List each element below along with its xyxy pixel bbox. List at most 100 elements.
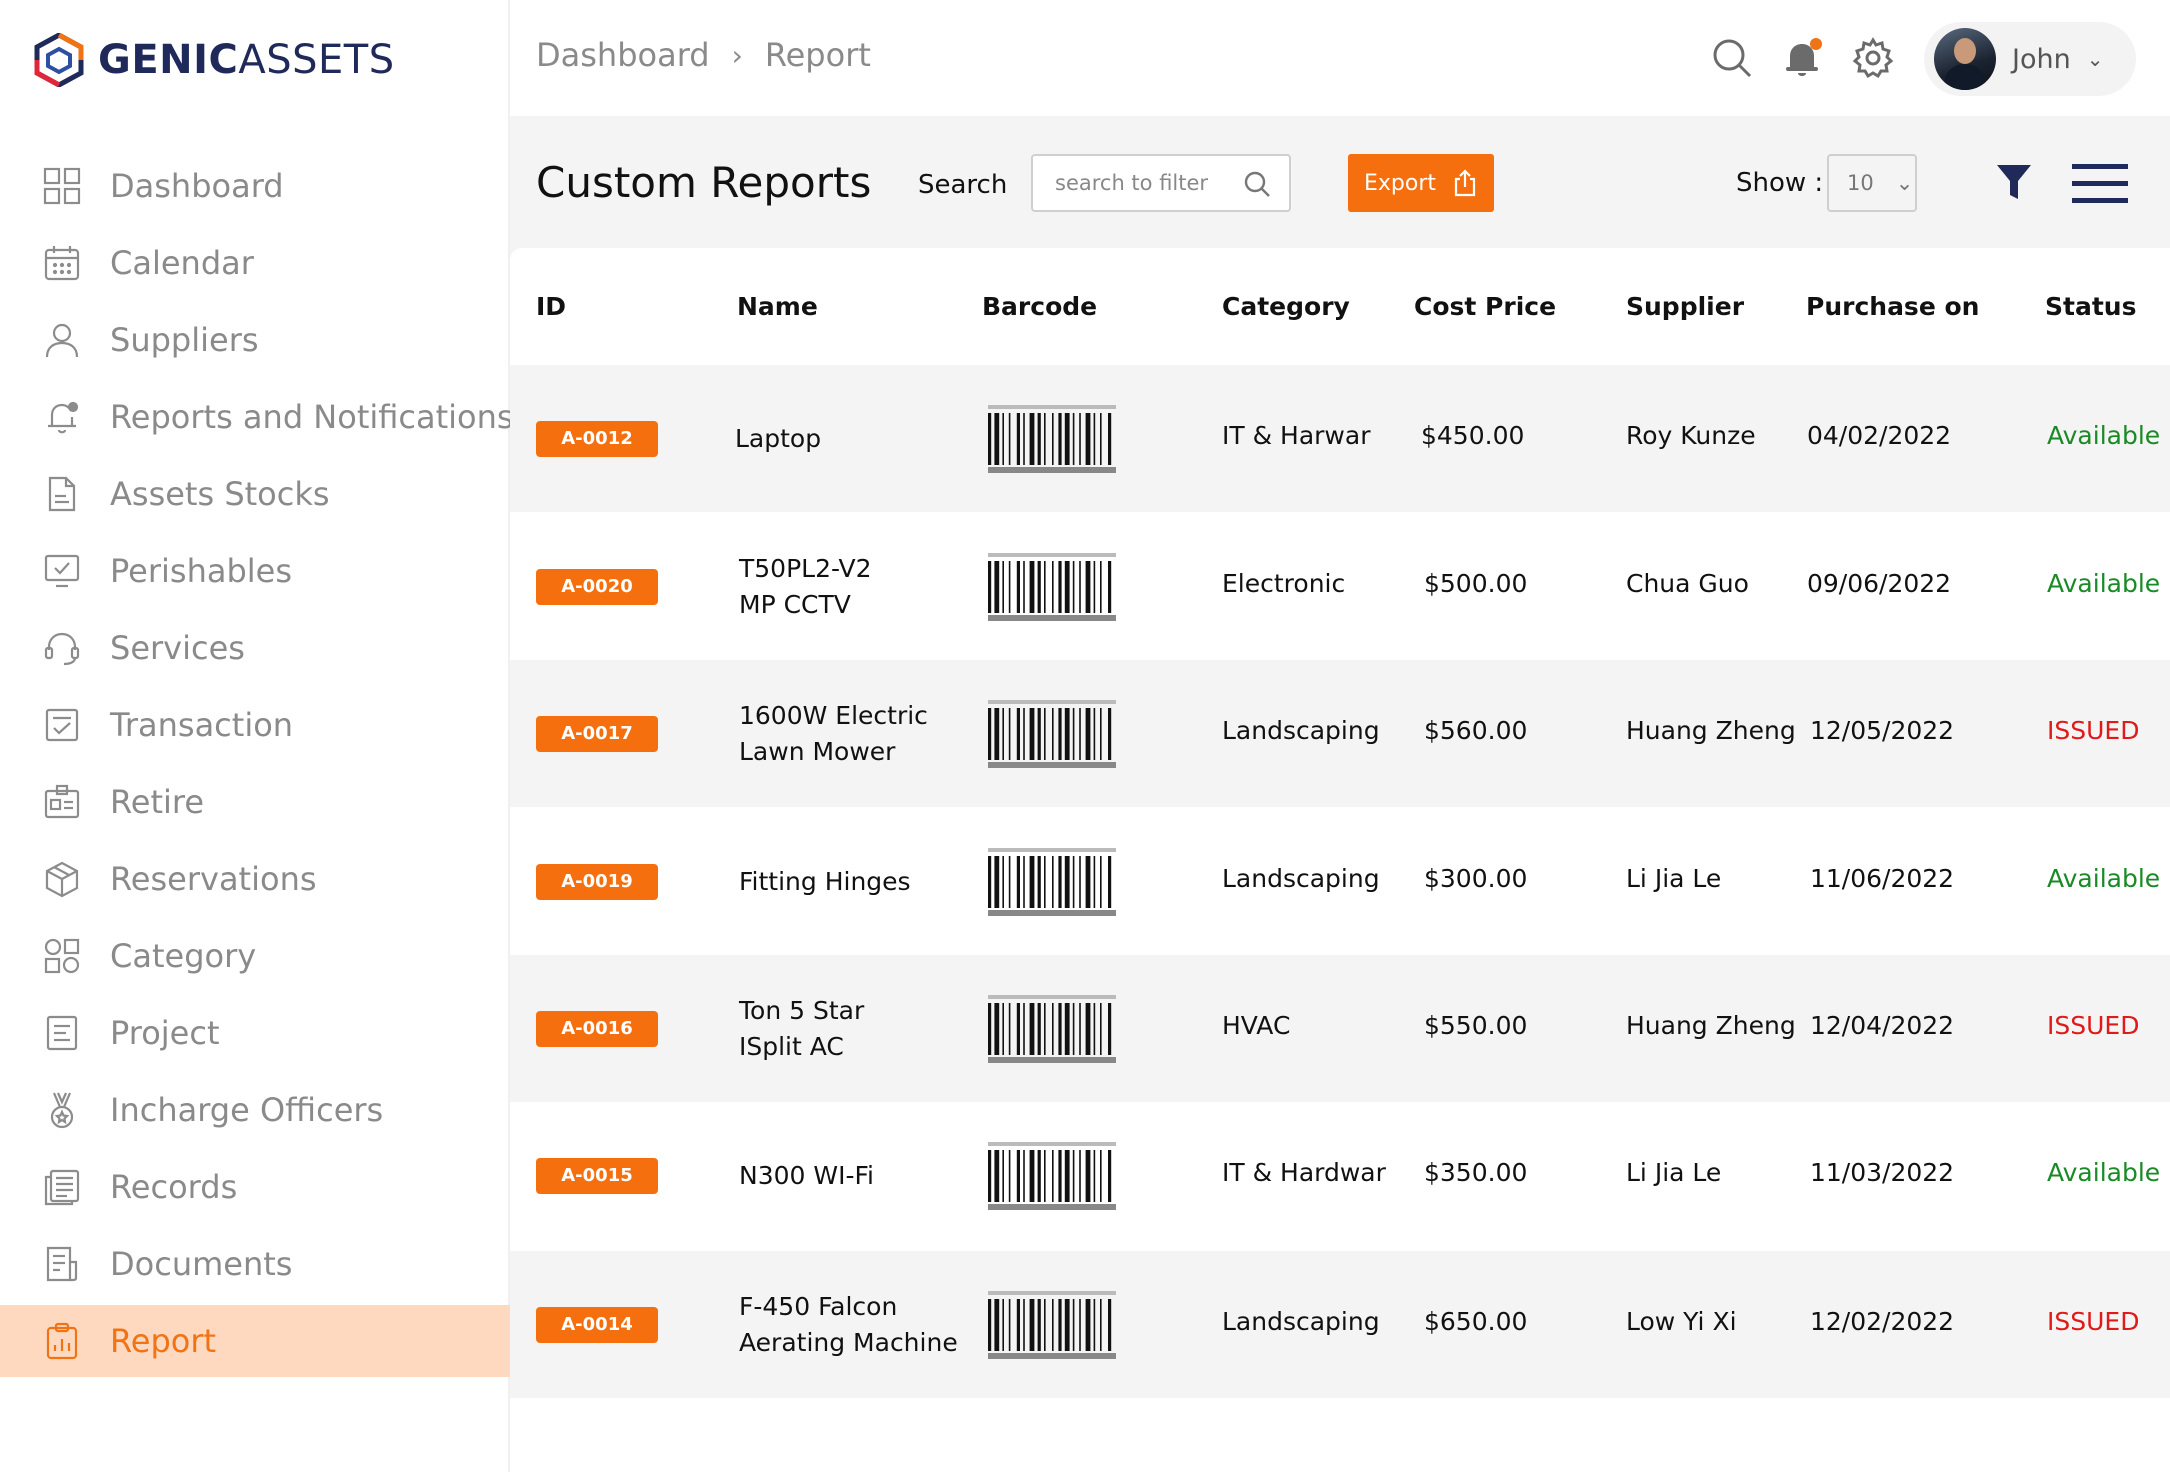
sidebar-item-retire[interactable]: Retire bbox=[0, 766, 510, 838]
sidebar-item-documents[interactable]: Documents bbox=[0, 1228, 510, 1300]
sidebar-item-label: Report bbox=[110, 1322, 217, 1360]
asset-name: Ton 5 Star ISplit AC bbox=[739, 995, 865, 1061]
sidebar-item-label: Calendar bbox=[110, 244, 254, 282]
sidebar-item-perishables[interactable]: Perishables bbox=[0, 535, 510, 607]
table-row[interactable]: A-0020 T50PL2-V2 MP CCTV Electronic $500.00… bbox=[510, 513, 2170, 660]
supplier-name: Chua Guo bbox=[1626, 568, 1749, 598]
sidebar-item-transaction[interactable]: Transaction bbox=[0, 689, 510, 761]
column-header-category[interactable]: Category bbox=[1222, 292, 1350, 321]
filter-icon[interactable] bbox=[1994, 162, 2034, 202]
show-label: Show : bbox=[1736, 168, 1824, 198]
gear-icon[interactable] bbox=[1851, 36, 1895, 80]
column-header-supplier[interactable]: Supplier bbox=[1626, 292, 1744, 321]
search-input[interactable] bbox=[1055, 171, 1235, 195]
page-title: Custom Reports bbox=[536, 158, 872, 207]
column-header-status[interactable]: Status bbox=[2045, 292, 2136, 321]
asset-id-badge[interactable]: A-0019 bbox=[536, 863, 658, 900]
asset-id-badge[interactable]: A-0012 bbox=[536, 420, 658, 457]
sidebar-item-project[interactable]: Project bbox=[0, 997, 510, 1069]
asset-id-badge[interactable]: A-0020 bbox=[536, 568, 658, 605]
table-row[interactable]: A-0015 N300 WI-Fi IT & Hardwar $350.00 Li Ji… bbox=[510, 1102, 2170, 1249]
barcode-image bbox=[988, 552, 1116, 621]
cost-price: $560.00 bbox=[1424, 715, 1528, 745]
table-row[interactable]: A-0017 1600W Electric Lawn Mower Landscapi… bbox=[510, 660, 2170, 807]
asset-category: Landscaping bbox=[1222, 715, 1380, 745]
sidebar-item-reports-notifications[interactable]: Reports and Notifications bbox=[0, 381, 514, 453]
sidebar-item-label: Transaction bbox=[110, 706, 294, 744]
cost-price: $550.00 bbox=[1424, 1010, 1528, 1040]
sidebar-item-dashboard[interactable]: Dashboard bbox=[0, 150, 510, 222]
id-card-icon bbox=[42, 782, 82, 822]
headset-icon bbox=[42, 628, 82, 668]
page-size-select[interactable]: 10 ⌄ bbox=[1827, 154, 1917, 212]
table-row[interactable]: A-0019 Fitting Hinges Landscaping $300.00 Li… bbox=[510, 808, 2170, 955]
status-label: ISSUED bbox=[2047, 1306, 2140, 1336]
document-icon bbox=[42, 474, 82, 514]
status-label: ISSUED bbox=[2047, 715, 2140, 745]
category-icon bbox=[42, 936, 82, 976]
search-icon[interactable] bbox=[1243, 170, 1271, 198]
barcode-image bbox=[988, 1141, 1116, 1210]
sidebar-item-label: Dashboard bbox=[110, 167, 284, 205]
sidebar-item-reservations[interactable]: Reservations bbox=[0, 843, 510, 915]
breadcrumb-separator: › bbox=[731, 38, 743, 72]
purchase-date: 11/06/2022 bbox=[1810, 863, 1955, 893]
user-menu[interactable]: John ⌄ bbox=[1924, 22, 2136, 96]
asset-id-badge[interactable]: A-0014 bbox=[536, 1306, 658, 1343]
search-field[interactable] bbox=[1031, 154, 1291, 212]
asset-id-badge[interactable]: A-0017 bbox=[536, 715, 658, 752]
breadcrumb-dashboard[interactable]: Dashboard bbox=[536, 36, 710, 74]
cost-price: $350.00 bbox=[1424, 1157, 1528, 1187]
sidebar-item-report[interactable]: Report bbox=[0, 1305, 510, 1377]
table-row[interactable]: A-0014 F-450 Falcon Aerating Machine Lands… bbox=[510, 1251, 2170, 1398]
sidebar-item-assets-stocks[interactable]: Assets Stocks bbox=[0, 458, 510, 530]
column-header-purchase-on[interactable]: Purchase on bbox=[1806, 292, 1979, 321]
asset-name: F-450 Falcon Aerating Machine bbox=[739, 1291, 958, 1357]
purchase-date: 12/05/2022 bbox=[1810, 715, 1955, 745]
asset-category: HVAC bbox=[1222, 1010, 1291, 1040]
purchase-date: 11/03/2022 bbox=[1810, 1157, 1955, 1187]
hamburger-menu-icon[interactable] bbox=[2072, 162, 2128, 206]
sidebar-item-records[interactable]: Records bbox=[0, 1151, 510, 1223]
export-button[interactable]: Export bbox=[1348, 154, 1494, 212]
user-name: John bbox=[2012, 43, 2071, 75]
breadcrumb-report: Report bbox=[764, 36, 871, 74]
purchase-date: 09/06/2022 bbox=[1807, 568, 1952, 598]
sidebar-item-label: Perishables bbox=[110, 552, 293, 590]
sidebar-item-services[interactable]: Services bbox=[0, 612, 510, 684]
asset-category: IT & Hardwar bbox=[1222, 1157, 1386, 1187]
share-export-icon bbox=[1454, 169, 1476, 197]
purchase-date: 12/02/2022 bbox=[1810, 1306, 1955, 1336]
supplier-name: Roy Kunze bbox=[1626, 420, 1756, 450]
cost-price: $500.00 bbox=[1424, 568, 1528, 598]
export-button-label: Export bbox=[1363, 170, 1436, 196]
sidebar-item-label: Services bbox=[110, 629, 245, 667]
column-header-name[interactable]: Name bbox=[737, 292, 818, 321]
column-header-cost-price[interactable]: Cost Price bbox=[1414, 292, 1556, 321]
column-header-id[interactable]: ID bbox=[536, 292, 566, 321]
sidebar-item-category[interactable]: Category bbox=[0, 920, 510, 992]
sidebar-item-label: Category bbox=[110, 937, 257, 975]
sidebar-item-calendar[interactable]: Calendar bbox=[0, 227, 510, 299]
cost-price: $650.00 bbox=[1424, 1306, 1528, 1336]
asset-category: Landscaping bbox=[1222, 863, 1380, 893]
brand-logo[interactable]: GENICASSETS bbox=[34, 32, 395, 88]
brand-name: GENICASSETS bbox=[98, 37, 395, 83]
column-header-barcode[interactable]: Barcode bbox=[982, 292, 1097, 321]
sidebar-item-suppliers[interactable]: Suppliers bbox=[0, 304, 510, 376]
sidebar-item-incharge-officers[interactable]: Incharge Officers bbox=[0, 1074, 510, 1146]
asset-id-badge[interactable]: A-0015 bbox=[536, 1157, 658, 1194]
sidebar: GENICASSETS Dashboard Calendar Suppliers… bbox=[0, 0, 514, 1472]
status-label: ISSUED bbox=[2047, 1010, 2140, 1040]
medal-icon bbox=[42, 1090, 82, 1130]
project-icon bbox=[42, 1013, 82, 1053]
table-row[interactable]: A-0016 Ton 5 Star ISplit AC HVAC $550.00 Hua… bbox=[510, 955, 2170, 1102]
sidebar-item-label: Documents bbox=[110, 1245, 293, 1283]
notification-dot bbox=[1810, 38, 1822, 50]
asset-id-badge[interactable]: A-0016 bbox=[536, 1010, 658, 1047]
notification-bell-icon[interactable] bbox=[1780, 36, 1824, 80]
purchase-date: 12/04/2022 bbox=[1810, 1010, 1955, 1040]
barcode-image bbox=[988, 994, 1116, 1063]
table-row[interactable]: A-0012 Laptop IT & Harwar $450.00 Roy Kunze 0… bbox=[510, 365, 2170, 512]
search-icon[interactable] bbox=[1710, 36, 1754, 80]
